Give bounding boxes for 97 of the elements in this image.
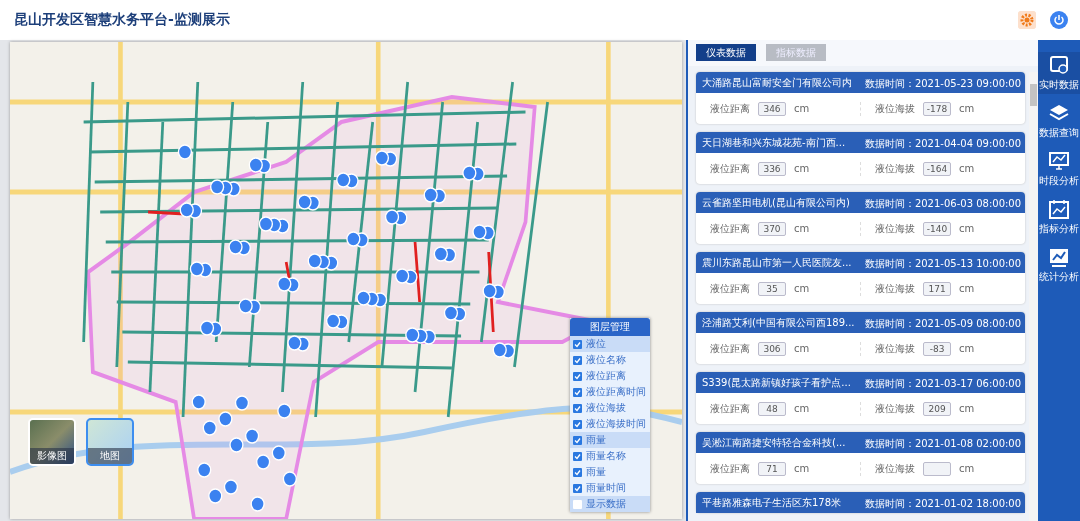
unit-label: cm — [959, 283, 975, 294]
data-time: 数据时间：2021-01-08 02:00:00 — [864, 437, 1022, 451]
layer-label: 液位 — [586, 337, 606, 351]
field-label: 液位海拔 — [875, 461, 916, 476]
unit-label: cm — [959, 163, 975, 174]
unit-label: cm — [794, 283, 810, 294]
field-label: 液位海拔 — [875, 341, 916, 356]
value-field: 346 — [758, 101, 786, 116]
checkbox[interactable] — [573, 467, 582, 477]
value-field: -164 — [923, 161, 952, 176]
nav-button[interactable]: 时段分析 — [1038, 148, 1080, 190]
field-label: 液位海拔 — [875, 161, 916, 176]
checkbox[interactable] — [573, 339, 582, 349]
checkbox[interactable] — [573, 355, 582, 365]
value-field — [923, 461, 952, 476]
value-field: -83 — [923, 341, 952, 356]
station-name: 泾浦路艾利(中国有限公司西189... — [702, 315, 855, 330]
value-field: 209 — [923, 401, 952, 416]
value-field: -140 — [923, 221, 952, 236]
nav-button[interactable]: 实时数据 — [1038, 52, 1080, 94]
checkbox[interactable] — [573, 451, 582, 461]
field-label: 液位距离 — [710, 221, 750, 236]
unit-label: cm — [959, 343, 975, 354]
basemap-button[interactable]: 地图 — [86, 418, 134, 466]
unit-label: cm — [794, 163, 810, 174]
layer-label: 液位海拔 — [586, 401, 626, 415]
value-field: 171 — [923, 281, 952, 296]
page-title: 昆山开发区智慧水务平台-监测展示 — [14, 11, 230, 29]
station-name: 吴淞江南路捷安特轻合金科技(... — [702, 435, 846, 450]
checkbox[interactable] — [573, 499, 582, 509]
settings-icon[interactable] — [1018, 11, 1036, 29]
value-field: 71 — [758, 461, 786, 476]
checkbox[interactable] — [573, 435, 582, 445]
field-label: 液位距离 — [710, 401, 750, 416]
station-name: 云雀路坚田电机(昆山有限公司内) — [702, 195, 850, 210]
field-label: 液位距离 — [710, 161, 750, 176]
unit-label: cm — [794, 103, 810, 114]
layer-label: 雨量名称 — [586, 449, 626, 463]
station-name: 震川东路昆山市第一人民医院友... — [702, 255, 852, 270]
data-time: 数据时间：2021-05-13 10:00:00 — [864, 257, 1022, 271]
data-time: 数据时间：2021-05-23 09:00:00 — [864, 77, 1022, 91]
layer-label: 液位名称 — [586, 353, 626, 367]
unit-label: cm — [794, 403, 810, 414]
field-label: 液位海拔 — [875, 281, 916, 296]
data-time: 数据时间：2021-06-03 08:00:00 — [864, 197, 1022, 211]
station-name: S339(昆太路新镇好孩子看护点... — [702, 375, 851, 390]
unit-label: cm — [959, 463, 975, 474]
layer-label: 显示数据 — [586, 497, 626, 511]
data-time: 数据时间：2021-01-02 18:00:00 — [864, 497, 1022, 511]
value-field: 35 — [758, 281, 786, 296]
monitor-icon — [1048, 54, 1070, 76]
unit-label: cm — [959, 223, 975, 234]
unit-label: cm — [794, 223, 810, 234]
chart-icon — [1048, 246, 1070, 268]
nav-button[interactable]: 数据查询 — [1038, 100, 1080, 142]
nav-button[interactable]: 统计分析 — [1038, 244, 1080, 286]
basemap-button[interactable]: 影像图 — [28, 418, 76, 466]
checkbox[interactable] — [573, 403, 582, 413]
field-label: 液位海拔 — [875, 401, 916, 416]
checkbox[interactable] — [573, 387, 582, 397]
layer-panel-title: 图层管理 — [570, 318, 650, 336]
field-label: 液位海拔 — [875, 221, 916, 236]
checkbox[interactable] — [573, 483, 582, 493]
calendar-icon — [1048, 198, 1070, 220]
checkbox[interactable] — [573, 371, 582, 381]
field-label: 液位距离 — [710, 341, 750, 356]
layer-label: 液位海拔时间 — [586, 417, 646, 431]
screen-icon — [1048, 150, 1070, 172]
station-name: 大涌路昆山富耐安全门有限公司内 — [702, 75, 852, 90]
data-time: 数据时间：2021-03-17 06:00:00 — [864, 377, 1022, 391]
value-field: 48 — [758, 401, 786, 416]
field-label: 液位距离 — [710, 281, 750, 296]
layer-label: 雨量时间 — [586, 481, 626, 495]
value-field: 306 — [758, 341, 786, 356]
layer-label: 雨量 — [586, 465, 606, 479]
checkbox[interactable] — [573, 419, 582, 429]
value-field: -178 — [923, 101, 952, 116]
unit-label: cm — [794, 343, 810, 354]
station-name: 平巷路雅森电子生活区东178米 — [702, 495, 842, 510]
power-icon[interactable] — [1050, 11, 1068, 29]
field-label: 液位海拔 — [875, 101, 916, 116]
unit-label: cm — [959, 403, 975, 414]
field-label: 液位距离 — [710, 461, 750, 476]
layer-label: 液位距离时间 — [586, 385, 646, 399]
field-label: 液位距离 — [710, 101, 750, 116]
layer-label: 雨量 — [586, 433, 606, 447]
data-time: 数据时间：2021-05-09 08:00:00 — [864, 317, 1022, 331]
nav-button[interactable]: 指标分析 — [1038, 196, 1080, 238]
unit-label: cm — [959, 103, 975, 114]
tab[interactable]: 仪表数据 — [696, 44, 756, 61]
data-time: 数据时间：2021-04-04 09:00:00 — [864, 137, 1022, 151]
station-name: 天日湖巷和兴东城花苑-南门西... — [702, 135, 846, 150]
unit-label: cm — [794, 463, 810, 474]
value-field: 336 — [758, 161, 786, 176]
layer-label: 液位距离 — [586, 369, 626, 383]
scrollbar[interactable] — [1029, 72, 1038, 521]
value-field: 370 — [758, 221, 786, 236]
